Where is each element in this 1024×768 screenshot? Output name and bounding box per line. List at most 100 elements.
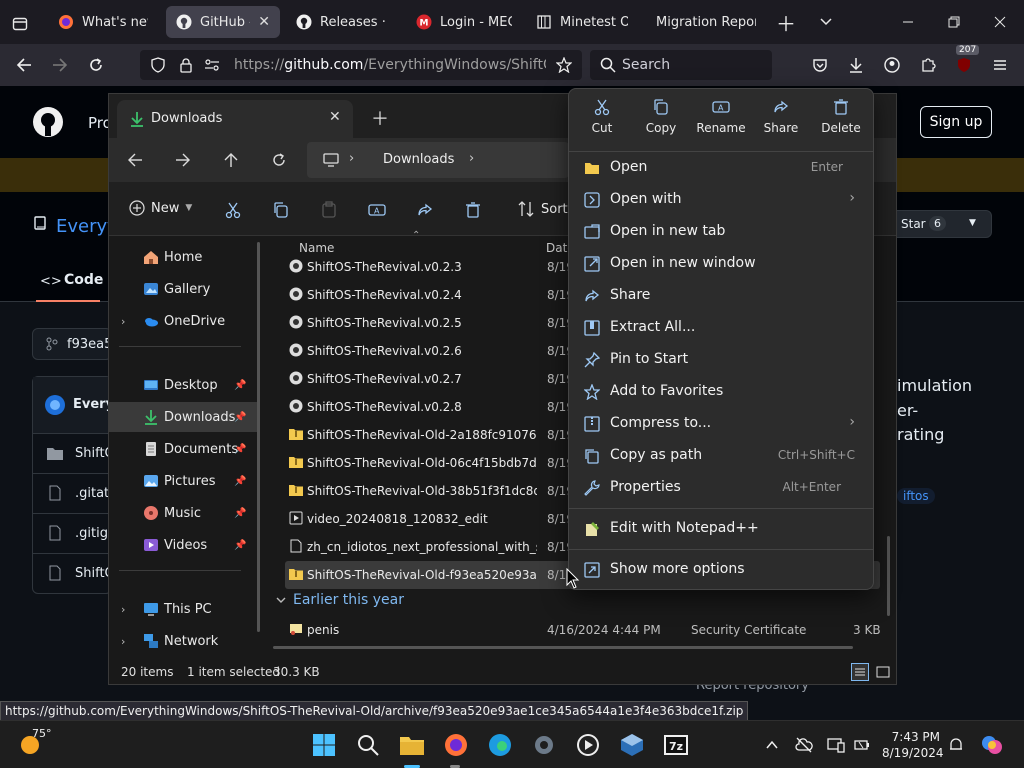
pin-icon[interactable]: 📌 <box>234 540 246 551</box>
chevron-right-icon[interactable]: › <box>121 635 125 648</box>
taskbar-virtualbox[interactable] <box>618 731 646 759</box>
close-tab-icon[interactable]: ✕ <box>329 109 341 125</box>
tab-list-button[interactable] <box>812 8 840 36</box>
tab-minetest[interactable]: Minetest Old <box>526 6 638 38</box>
tiles-view-icon[interactable] <box>875 664 891 680</box>
pin-icon[interactable]: 📌 <box>234 508 246 519</box>
nav-item-downloads[interactable]: Downloads 📌 <box>109 402 257 432</box>
tab-github[interactable]: GitHub - Ev ✕ <box>166 6 280 38</box>
display-icon[interactable] <box>826 735 846 755</box>
horizontal-scrollbar[interactable] <box>273 646 853 649</box>
tab-overview-button[interactable] <box>6 8 34 40</box>
vertical-scrollbar[interactable] <box>887 536 890 616</box>
file-row[interactable]: .gitig <box>33 513 111 553</box>
topic-tag[interactable]: iftos <box>897 488 935 504</box>
tab-migration-report[interactable]: Migration Report <box>646 6 766 38</box>
chevron-right-icon[interactable]: › <box>121 315 125 328</box>
downloads-button[interactable] <box>842 51 870 79</box>
menu-item-extract-all[interactable]: Extract All... <box>573 312 869 344</box>
taskbar-media-player[interactable] <box>574 731 602 759</box>
nav-item-documents[interactable]: Documents 📌 <box>109 434 257 464</box>
menu-item-open-new-tab[interactable]: Open in new tab <box>573 216 869 248</box>
breadcrumb-downloads[interactable]: Downloads <box>383 152 454 167</box>
new-tab-button[interactable]: ＋ <box>772 8 800 36</box>
restore-button[interactable] <box>940 8 968 36</box>
bookmark-star-icon[interactable] <box>556 57 572 73</box>
repo-owner-link[interactable]: Everyt <box>56 216 114 237</box>
taskbar-edge[interactable] <box>486 731 514 759</box>
add-tab-icon[interactable]: ＋ <box>371 105 389 131</box>
pocket-button[interactable] <box>806 51 834 79</box>
menu-button[interactable] <box>986 51 1014 79</box>
signup-button[interactable]: Sign up <box>920 106 992 138</box>
search-box[interactable]: Search <box>590 50 772 80</box>
taskbar-file-explorer[interactable] <box>398 731 426 759</box>
forward-button[interactable] <box>46 51 74 79</box>
close-window-button[interactable] <box>986 8 1014 36</box>
new-button[interactable]: New ▼ <box>129 200 192 216</box>
delete-icon[interactable] <box>463 200 483 220</box>
details-view-icon[interactable] <box>851 663 869 681</box>
nav-item-network[interactable]: › Network <box>109 626 257 656</box>
cloud-off-icon[interactable] <box>794 735 814 755</box>
cut-button[interactable]: Cut <box>572 97 632 145</box>
back-arrow-icon[interactable] <box>127 152 143 168</box>
nav-item-gallery[interactable]: Gallery <box>109 274 257 304</box>
share-icon[interactable] <box>415 200 435 220</box>
start-button[interactable] <box>310 731 338 759</box>
tab-whats-new[interactable]: What's new w <box>48 6 158 38</box>
permissions-icon[interactable] <box>204 57 220 73</box>
copy-icon[interactable] <box>271 200 291 220</box>
menu-item-edit-notepadpp[interactable]: Edit with Notepad++ <box>573 513 869 545</box>
menu-item-open[interactable]: Open Enter <box>573 152 869 184</box>
menu-item-pin-to-start[interactable]: Pin to Start <box>573 344 869 376</box>
share-button[interactable]: Share <box>751 97 811 145</box>
address-bar[interactable]: https://github.com/EverythingWindows/Shi… <box>140 50 582 80</box>
rename-icon[interactable]: A <box>367 200 387 220</box>
nav-item-this-pc[interactable]: › This PC <box>109 594 257 624</box>
forward-arrow-icon[interactable] <box>175 152 191 168</box>
menu-item-open-new-window[interactable]: Open in new window <box>573 248 869 280</box>
pin-icon[interactable]: 📌 <box>234 412 246 423</box>
nav-scrollbar[interactable] <box>257 242 260 632</box>
file-row[interactable]: ShiftO <box>33 553 115 593</box>
tab-releases[interactable]: Releases · Ever <box>286 6 398 38</box>
battery-icon[interactable] <box>852 735 872 755</box>
file-row[interactable]: penis 4/16/2024 4:44 PM Security Certifi… <box>285 616 881 644</box>
tab-code[interactable]: Code <box>64 272 103 288</box>
explorer-tab-downloads[interactable]: Downloads ✕ <box>117 100 353 138</box>
menu-item-compress-to[interactable]: Compress to... › <box>573 408 869 440</box>
copy-button[interactable]: Copy <box>631 97 691 145</box>
taskbar-search-button[interactable] <box>354 731 382 759</box>
nav-item-videos[interactable]: Videos 📌 <box>109 530 257 560</box>
back-button[interactable] <box>10 51 38 79</box>
pin-icon[interactable]: 📌 <box>234 476 246 487</box>
minimize-button[interactable] <box>894 8 922 36</box>
sort-button[interactable]: Sort <box>517 200 568 218</box>
taskbar-settings[interactable] <box>530 731 558 759</box>
taskbar-firefox[interactable] <box>442 731 470 759</box>
tab-mega[interactable]: M Login - MEGA <box>406 6 522 38</box>
lock-icon[interactable] <box>178 57 194 73</box>
breadcrumb[interactable]: › Downloads › <box>307 142 569 178</box>
ublock-button[interactable]: 207 <box>950 45 980 79</box>
menu-item-properties[interactable]: Properties Alt+Enter <box>573 472 869 504</box>
branch-selector[interactable]: f93ea5 <box>32 328 112 360</box>
delete-button[interactable]: Delete <box>811 97 871 145</box>
account-button[interactable] <box>878 51 906 79</box>
shield-icon[interactable] <box>150 57 166 73</box>
pin-icon[interactable]: 📌 <box>234 444 246 455</box>
notification-bell-icon[interactable] <box>946 735 966 755</box>
menu-item-open-with[interactable]: Open with › <box>573 184 869 216</box>
nav-item-onedrive[interactable]: › OneDrive <box>109 306 257 336</box>
weather-widget[interactable]: 75° <box>18 727 52 755</box>
nav-item-music[interactable]: Music 📌 <box>109 498 257 528</box>
nav-item-home[interactable]: Home <box>109 242 257 272</box>
url-text[interactable]: https://github.com/EverythingWindows/Shi… <box>234 57 546 73</box>
nav-item-pictures[interactable]: Pictures 📌 <box>109 466 257 496</box>
menu-item-add-to-favorites[interactable]: Add to Favorites <box>573 376 869 408</box>
menu-item-copy-as-path[interactable]: Copy as path Ctrl+Shift+C <box>573 440 869 472</box>
nav-item-desktop[interactable]: Desktop 📌 <box>109 370 257 400</box>
chevron-right-icon[interactable]: › <box>121 603 125 616</box>
file-row[interactable]: .gitat <box>33 473 111 513</box>
